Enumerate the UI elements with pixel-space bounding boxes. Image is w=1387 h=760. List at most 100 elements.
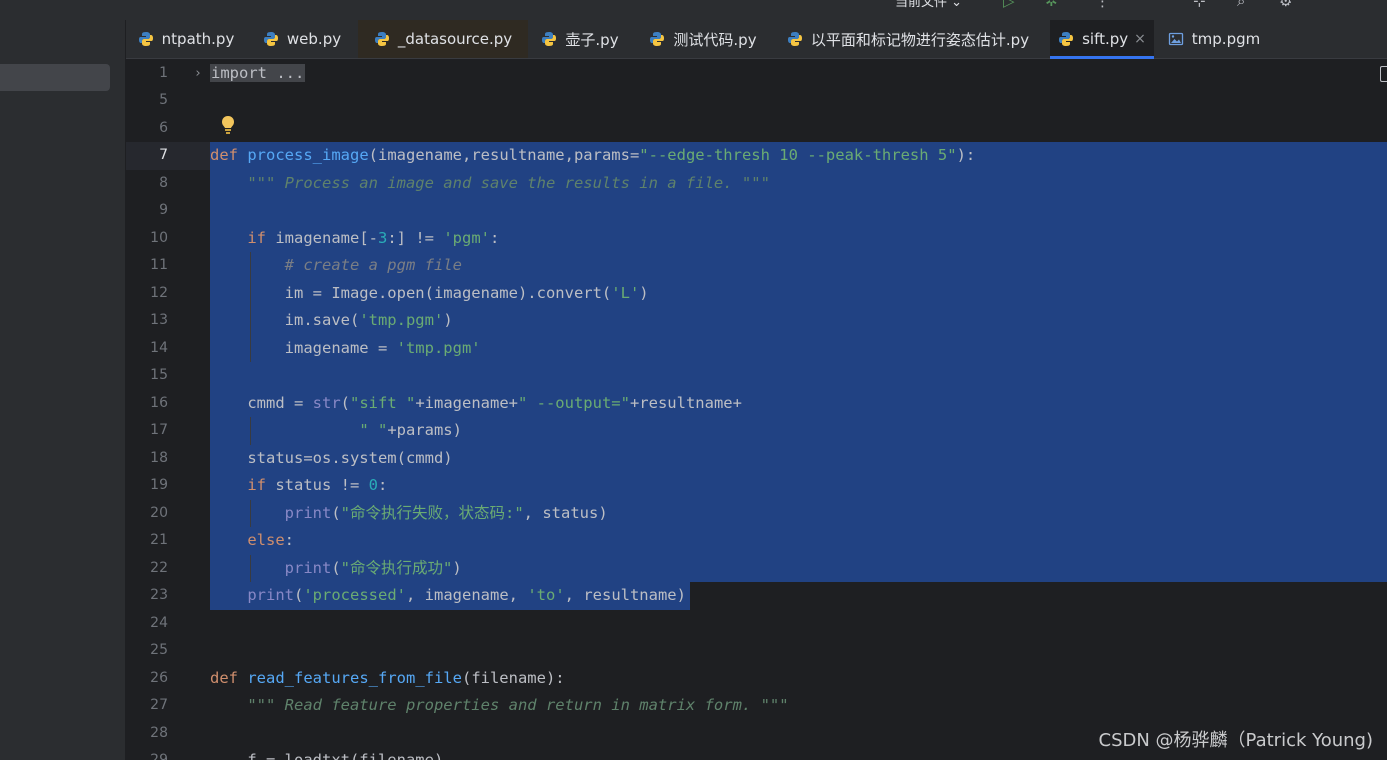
- line-number: 21: [150, 532, 168, 548]
- fold-expand-icon[interactable]: ›: [194, 60, 202, 88]
- code-line[interactable]: 26 def read_features_from_file(filename):: [126, 665, 1387, 693]
- code-text: status=os.system(cmmd): [210, 448, 453, 467]
- code-line[interactable]: 21 else:: [126, 527, 1387, 555]
- indent-guide: [250, 499, 252, 527]
- code-text: """ Process an image and save the result…: [247, 173, 770, 192]
- tab-ntpath-py[interactable]: ntpath.py: [126, 20, 246, 58]
- code-text: def process_image(imagename,resultname,p…: [210, 146, 976, 164]
- tab-web-py[interactable]: web.py: [250, 20, 354, 58]
- code-line[interactable]: 17 " "+params): [126, 417, 1387, 445]
- code-line[interactable]: 11 # create a pgm file: [126, 252, 1387, 280]
- code-line[interactable]: 20 print("命令执行失败，状态码:", status): [126, 500, 1387, 528]
- line-number: 10: [150, 229, 168, 246]
- watermark: CSDN @杨骅麟（Patrick Young): [1098, 730, 1374, 751]
- tab-py[interactable]: 壶子.py: [528, 20, 632, 58]
- code-text: cmmd = str("sift "+imagename+" --output=…: [210, 393, 742, 412]
- run-config-selector[interactable]: 当前文件 ⌄: [895, 0, 962, 10]
- code-line[interactable]: 1 › import ...: [126, 60, 1387, 88]
- tab-py[interactable]: 以平面和标记物进行姿态估计.py: [774, 20, 1042, 58]
- code-line[interactable]: 9: [126, 197, 1387, 225]
- python-file-icon: [542, 32, 557, 46]
- tab-label: 壶子.py: [565, 30, 619, 49]
- code-text: def read_features_from_file(filename):: [210, 668, 565, 687]
- code-line[interactable]: 24: [126, 610, 1387, 638]
- editor-tab-bar: ntpath.py web.py _datasource.py 壶子.py 测试代码.p…: [126, 20, 1387, 59]
- code-line[interactable]: 14 imagename = 'tmp.pgm': [126, 335, 1387, 363]
- line-number: 20: [150, 504, 168, 521]
- indent-guide: [250, 554, 252, 582]
- line-number: 27: [150, 697, 168, 713]
- code-line[interactable]: 25: [126, 637, 1387, 665]
- line-number: 15: [150, 367, 168, 383]
- line-number: 18: [150, 449, 168, 466]
- image-file-icon: [1168, 32, 1183, 46]
- add-user-icon[interactable]: ⊹: [1193, 0, 1206, 9]
- code-text: f = loadtxt(filename): [210, 751, 444, 760]
- python-file-icon: [138, 32, 153, 46]
- tab-label: web.py: [286, 30, 342, 48]
- lightbulb-icon[interactable]: [220, 115, 236, 135]
- code-text: " "+params): [359, 421, 462, 439]
- code-editor[interactable]: 1 › import ... 5 6 7 def process_image(imagena…: [126, 59, 1387, 760]
- close-tab-icon[interactable]: ×: [1134, 31, 1146, 47]
- run-icon[interactable]: ▷: [1003, 0, 1015, 9]
- line-number: 24: [150, 614, 168, 631]
- python-file-icon: [263, 32, 278, 46]
- code-line[interactable]: 23 print('processed', imagename, 'to', r…: [126, 582, 1387, 610]
- line-number: 25: [150, 642, 168, 658]
- tab-sift-py[interactable]: sift.py ×: [1050, 20, 1154, 59]
- line-number: 22: [150, 559, 168, 576]
- code-line[interactable]: 13 im.save('tmp.pgm'): [126, 307, 1387, 335]
- line-number: 1: [159, 64, 168, 81]
- code-line[interactable]: 16 cmmd = str("sift "+imagename+" --outp…: [126, 390, 1387, 418]
- code-line[interactable]: 7 def process_image(imagename,resultname,…: [126, 142, 1387, 170]
- line-number: 19: [150, 477, 168, 493]
- code-text: print("命令执行成功"): [284, 558, 462, 577]
- line-number: 6: [159, 119, 168, 136]
- line-number: 11: [150, 257, 168, 273]
- search-icon[interactable]: ⌕: [1237, 0, 1245, 9]
- line-number: 13: [150, 312, 168, 328]
- line-number: 8: [159, 174, 168, 191]
- code-line[interactable]: 27 """ Read feature properties and retur…: [126, 692, 1387, 720]
- python-file-icon: [650, 32, 665, 46]
- code-text: print("命令执行失败，状态码:", status): [284, 503, 608, 522]
- code-text: im = Image.open(imagename).convert('L'): [210, 283, 649, 302]
- code-text: if status != 0:: [247, 476, 388, 494]
- code-line[interactable]: 6: [126, 115, 1387, 143]
- code-text: # create a pgm file: [284, 256, 462, 274]
- code-line[interactable]: 18 status=os.system(cmmd): [126, 445, 1387, 473]
- tab-datasource-py[interactable]: _datasource.py: [358, 20, 528, 58]
- tab-tmp-pgm[interactable]: tmp.pgm: [1154, 20, 1274, 58]
- line-number: 28: [150, 724, 168, 741]
- line-number: 7: [159, 147, 168, 163]
- debug-icon[interactable]: ✲: [1045, 0, 1058, 9]
- code-line[interactable]: 12 im = Image.open(imagename).convert('L…: [126, 280, 1387, 308]
- indent-guide: [250, 417, 252, 445]
- project-panel: [0, 20, 126, 760]
- code-line[interactable]: 15: [126, 362, 1387, 390]
- settings-icon[interactable]: ⚙: [1279, 0, 1292, 9]
- reader-mode-icon[interactable]: [1380, 66, 1387, 82]
- code-line[interactable]: 22 print("命令执行成功"): [126, 555, 1387, 583]
- code-line[interactable]: 5: [126, 87, 1387, 115]
- python-file-icon: [374, 32, 389, 46]
- line-number: 16: [150, 394, 168, 411]
- code-text: import ...: [210, 63, 306, 82]
- tab-label: 测试代码.py: [673, 30, 757, 49]
- line-number: 29: [150, 752, 168, 760]
- line-number: 17: [150, 422, 168, 438]
- tab-label: ntpath.py: [161, 30, 235, 48]
- code-line[interactable]: 10 if imagename[-3:] != 'pgm':: [126, 225, 1387, 253]
- tab-label: sift.py: [1082, 30, 1129, 48]
- more-actions-icon[interactable]: ⋮: [1095, 0, 1110, 9]
- selected-tree-item[interactable]: [0, 64, 110, 91]
- code-line[interactable]: 8 """ Process an image and save the resu…: [126, 170, 1387, 198]
- top-toolbar: 当前文件 ⌄ ▷ ✲ ⋮ ⊹ ⌕ ⚙: [0, 0, 1387, 20]
- python-file-icon: [787, 32, 802, 46]
- tab-py[interactable]: 测试代码.py: [636, 20, 770, 58]
- code-line[interactable]: 19 if status != 0:: [126, 472, 1387, 500]
- line-number: 26: [150, 669, 168, 686]
- code-text: """ Read feature properties and return i…: [247, 696, 789, 714]
- tab-label: 以平面和标记物进行姿态估计.py: [810, 30, 1030, 49]
